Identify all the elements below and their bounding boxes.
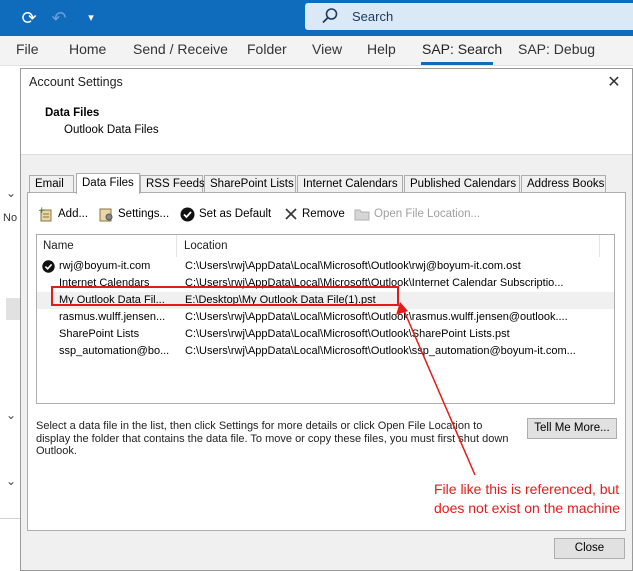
list-item[interactable]: ssp_automation@bo... C:\Users\rwj\AppDat… xyxy=(37,343,614,360)
section-subtitle: Outlook Data Files xyxy=(64,124,159,136)
tab-folder[interactable]: Folder xyxy=(247,41,287,57)
default-checkmark-icon xyxy=(42,260,55,273)
outlook-titlebar: ⟳ ↶ ▾ Search xyxy=(0,0,633,36)
file-location: C:\Users\rwj\AppData\Local\Microsoft\Out… xyxy=(185,260,521,272)
tab-sap-search[interactable]: SAP: Search xyxy=(422,41,502,57)
tab-home[interactable]: Home xyxy=(69,41,106,57)
divider xyxy=(0,518,20,519)
svg-text:+: + xyxy=(38,206,46,216)
chevron-down-icon: ⌄ xyxy=(6,474,17,488)
set-as-default-button[interactable]: Set as Default xyxy=(180,205,271,223)
open-file-location-label: Open File Location... xyxy=(374,208,481,220)
dialog-titlebar: Account Settings ✕ xyxy=(21,69,632,95)
search-label: Search xyxy=(352,9,394,24)
tab-view[interactable]: View xyxy=(312,41,342,57)
close-button[interactable]: Close xyxy=(554,538,625,559)
search-icon xyxy=(322,8,338,24)
help-text: Select a data file in the list, then cli… xyxy=(36,420,509,457)
remove-button[interactable]: Remove xyxy=(284,205,345,223)
file-location: C:\Users\rwj\AppData\Local\Microsoft\Out… xyxy=(185,345,576,357)
tab-data-files[interactable]: Data Files xyxy=(76,173,140,194)
add-label: Add... xyxy=(58,208,89,220)
section-title: Data Files xyxy=(45,107,100,119)
tab-file[interactable]: File xyxy=(16,41,39,57)
file-location: C:\Users\rwj\AppData\Local\Microsoft\Out… xyxy=(185,328,510,340)
settings-label: Settings... xyxy=(118,208,170,220)
background-selection xyxy=(6,298,20,320)
column-header-name[interactable]: Name xyxy=(37,235,177,257)
background-label: No xyxy=(3,212,18,224)
ribbon-tabs: File Home Send / Receive Folder View Hel… xyxy=(0,36,633,66)
add-icon: + xyxy=(38,206,52,222)
tab-send-receive[interactable]: Send / Receive xyxy=(133,41,228,57)
column-header-location[interactable]: Location xyxy=(178,235,600,257)
tab-address-books[interactable]: Address Books xyxy=(521,175,606,193)
add-button[interactable]: + Add... xyxy=(38,205,88,223)
chevron-down-icon: ⌄ xyxy=(6,408,17,422)
tab-rss-feeds[interactable]: RSS Feeds xyxy=(140,175,205,193)
quick-access-more-icon[interactable]: ▾ xyxy=(78,6,104,30)
search-box[interactable]: Search xyxy=(305,3,633,30)
settings-button[interactable]: Settings... xyxy=(98,205,169,223)
open-file-location-button[interactable]: Open File Location... xyxy=(354,205,480,223)
list-item[interactable]: rasmus.wulff.jensen... C:\Users\rwj\AppD… xyxy=(37,309,614,326)
tab-published-calendars[interactable]: Published Calendars xyxy=(404,175,520,193)
list-item[interactable]: SharePoint Lists C:\Users\rwj\AppData\Lo… xyxy=(37,326,614,343)
tell-me-more-button[interactable]: Tell Me More... xyxy=(527,418,617,439)
settings-icon xyxy=(99,208,113,222)
file-name: SharePoint Lists xyxy=(59,328,140,340)
remove-x-icon xyxy=(285,208,297,220)
file-name: rwj@boyum-it.com xyxy=(59,260,151,272)
chevron-down-icon: ⌄ xyxy=(6,186,17,200)
file-location: C:\Users\rwj\AppData\Local\Microsoft\Out… xyxy=(185,311,568,323)
active-tab-indicator xyxy=(421,62,493,65)
dialog-title: Account Settings xyxy=(29,75,123,89)
close-icon[interactable]: ✕ xyxy=(604,72,624,92)
remove-label: Remove xyxy=(302,208,345,220)
list-item[interactable]: rwj@boyum-it.com C:\Users\rwj\AppData\Lo… xyxy=(37,258,614,275)
data-files-list[interactable]: Name Location rwj@boyum-it.com C:\Users\… xyxy=(36,234,615,404)
file-name: rasmus.wulff.jensen... xyxy=(59,311,166,323)
annotation-text: File like this is referenced, but does n… xyxy=(434,481,621,516)
annotation-highlight-box xyxy=(51,286,399,306)
set-as-default-label: Set as Default xyxy=(199,208,272,220)
tab-sharepoint-lists[interactable]: SharePoint Lists xyxy=(204,175,296,193)
tab-sap-debug[interactable]: SAP: Debug xyxy=(518,41,595,57)
dialog-header: Data Files Outlook Data Files xyxy=(21,95,632,155)
folder-icon xyxy=(354,209,370,221)
sync-icon[interactable]: ⟳ xyxy=(16,6,42,30)
tab-email[interactable]: Email xyxy=(29,175,74,193)
checkmark-circle-icon xyxy=(180,207,195,221)
undo-icon[interactable]: ↶ xyxy=(46,6,72,30)
tab-internet-calendars[interactable]: Internet Calendars xyxy=(297,175,403,193)
tab-help[interactable]: Help xyxy=(367,41,396,57)
outlook-background: No ⌄ ⌄ ⌄ xyxy=(0,66,20,571)
file-name: ssp_automation@bo... xyxy=(59,345,170,357)
